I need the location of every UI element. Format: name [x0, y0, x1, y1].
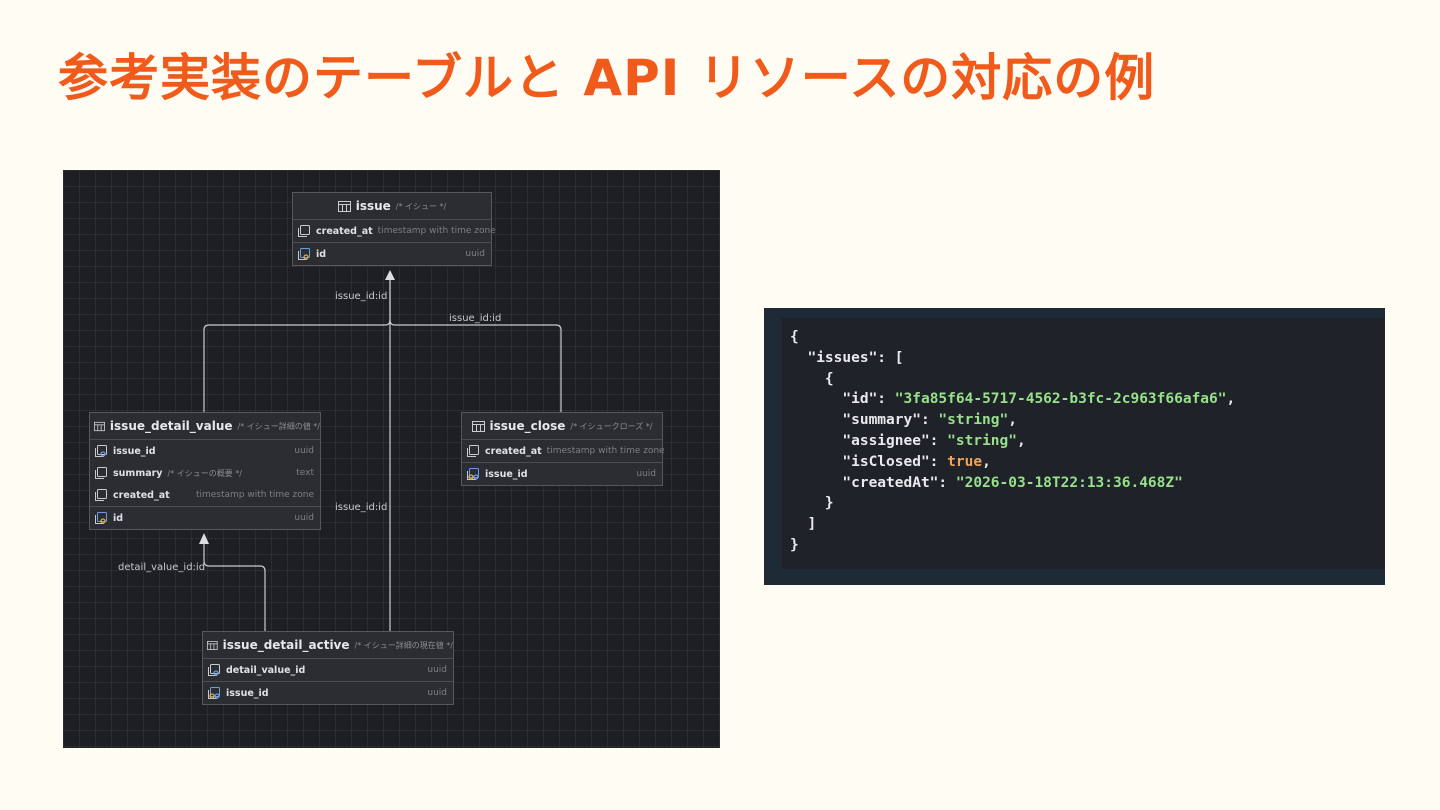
column-icon [298, 225, 310, 237]
column-row[interactable]: created_at timestamp with time zone [462, 440, 665, 462]
relation-label: issue_id:id [335, 502, 388, 513]
entity-comment: /* イシュー詳細の値 */ [237, 421, 320, 431]
table-icon [207, 640, 218, 650]
entity-name: issue_detail_value [109, 419, 233, 433]
column-row[interactable]: detail_value_id uuid [203, 659, 453, 681]
primary-key-column-icon [95, 512, 107, 524]
entity-header: issue_detail_active /* イシュー詳細の現在値 */ [203, 632, 453, 659]
json-created-at-text: 2026-03-18T22:13:36.468Z [964, 474, 1175, 491]
entity-name: issue_detail_active [222, 638, 350, 652]
json-code: { "issues": [ { "id": "3fa85f64-5717-456… [790, 329, 1236, 553]
column-comment: /* イシューの概要 */ [167, 468, 242, 478]
entity-name: issue [355, 199, 391, 213]
entity-header: issue /* イシュー */ [293, 193, 491, 220]
column-icon [95, 467, 107, 479]
entity-issue[interactable]: issue /* イシュー */ created_at timestamp wi… [292, 192, 496, 266]
slide-title: 参考実装のテーブルと API リソースの対応の例 [58, 49, 1156, 107]
column-row[interactable]: id uuid [293, 242, 491, 265]
arrow-head-issue [385, 270, 395, 280]
relation-line-close-to-issue [389, 319, 562, 412]
json-response-panel: { "issues": [ { "id": "3fa85f64-5717-456… [764, 308, 1385, 585]
column-name: created_at [316, 225, 373, 237]
column-row[interactable]: issue_id uuid [90, 440, 320, 462]
column-name: id [316, 248, 327, 260]
column-type: text [296, 468, 314, 478]
column-type: timestamp with time zone [546, 446, 665, 456]
foreign-key-column-icon [95, 445, 107, 457]
column-name: issue_id [113, 445, 156, 457]
column-type: uuid [465, 249, 485, 259]
column-type: uuid [427, 688, 447, 698]
json-value-created-at: "2026-03-18T22:13:36.468Z" [955, 474, 1183, 491]
column-row[interactable]: created_at timestamp with time zone [90, 484, 320, 506]
column-name: issue_id [226, 687, 269, 699]
arrow-head-detail-value [199, 533, 209, 544]
column-name: created_at [113, 489, 170, 501]
entity-header: issue_detail_value /* イシュー詳細の値 */ [90, 413, 320, 440]
json-value-summary: "string" [938, 412, 1009, 429]
column-name: summary [113, 467, 163, 479]
table-icon [471, 420, 485, 432]
column-type: uuid [294, 513, 314, 523]
entity-issue-close[interactable]: issue_close /* イシュークローズ */ created_at ti… [461, 412, 665, 486]
primary-key-column-icon [298, 248, 310, 260]
column-name: detail_value_id [226, 664, 306, 676]
json-value-is-closed: true [947, 453, 983, 470]
json-id-text: 3fa85f64-5717-4562-b3fc-2c963f66afa6 [903, 391, 1218, 408]
json-value-assignee: "string" [947, 432, 1017, 449]
column-icon [467, 445, 479, 457]
relation-label: issue_id:id [335, 291, 388, 302]
entity-comment: /* イシュー */ [395, 201, 447, 211]
column-row[interactable]: created_at timestamp with time zone [293, 220, 496, 242]
relation-line-active-to-detail-value [203, 535, 266, 631]
entity-comment: /* イシュークローズ */ [570, 421, 653, 431]
column-type: uuid [294, 446, 314, 456]
primary-foreign-key-column-icon [208, 687, 220, 699]
json-assignee-text: string [955, 432, 1009, 449]
table-icon [94, 421, 105, 431]
json-value-id: "3fa85f64-5717-4562-b3fc-2c963f66afa6" [894, 391, 1227, 408]
entity-header: issue_close /* イシュークローズ */ [462, 413, 662, 440]
column-type: timestamp with time zone [377, 226, 496, 236]
column-type: uuid [427, 665, 447, 675]
column-row[interactable]: summary /* イシューの概要 */ text [90, 462, 320, 484]
relation-label: issue_id:id [449, 313, 502, 324]
entity-comment: /* イシュー詳細の現在値 */ [354, 640, 453, 650]
column-name: issue_id [485, 468, 528, 480]
column-row[interactable]: id uuid [90, 506, 320, 529]
primary-foreign-key-column-icon [467, 468, 479, 480]
table-icon [337, 200, 351, 212]
foreign-key-column-icon [208, 664, 220, 676]
column-icon [95, 489, 107, 501]
column-type: uuid [636, 469, 656, 479]
code-block: { "issues": [ { "id": "3fa85f64-5717-456… [782, 318, 1385, 569]
column-name: created_at [485, 445, 542, 457]
relation-label: detail_value_id:id [118, 562, 206, 573]
json-summary-text: string [947, 412, 1000, 429]
column-row[interactable]: issue_id uuid [203, 681, 453, 704]
er-diagram: issue_id:id issue_id:id issue_id:id deta… [63, 170, 720, 748]
entity-issue-detail-value[interactable]: issue_detail_value /* イシュー詳細の値 */ issue_… [89, 412, 321, 530]
column-row[interactable]: issue_id uuid [462, 462, 662, 485]
entity-name: issue_close [489, 419, 566, 433]
entity-issue-detail-active[interactable]: issue_detail_active /* イシュー詳細の現在値 */ det… [202, 631, 454, 705]
column-name: id [113, 512, 124, 524]
column-type: timestamp with time zone [195, 490, 314, 500]
